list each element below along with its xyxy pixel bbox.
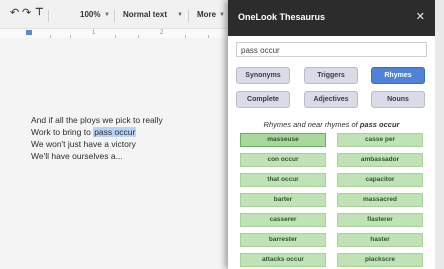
chevron-down-icon: ▼	[219, 12, 225, 18]
docs-toolbar: ↶ ↷ ⊤ 100% ▼ Normal text ▼ More ▼ 1 2	[0, 0, 228, 38]
selected-text[interactable]: pass occur	[93, 127, 137, 137]
toolbar-divider	[114, 10, 115, 22]
rhyme-result[interactable]: casse per	[337, 133, 423, 147]
rhymes-button[interactable]: Rhymes	[371, 67, 425, 84]
triggers-button[interactable]: Triggers	[304, 67, 358, 84]
rhyme-result[interactable]: barter	[240, 193, 326, 207]
panel-header: OneLook Thesaurus ✕	[228, 0, 435, 36]
rhyme-result[interactable]: flasterer	[337, 213, 423, 227]
adjectives-button[interactable]: Adjectives	[304, 91, 358, 108]
paint-format-icon[interactable]: ⊤	[35, 7, 44, 19]
document-text[interactable]: And if all the ploys we pick to really W…	[31, 114, 163, 162]
zoom-select[interactable]: 100%	[80, 9, 100, 21]
panel-title: OneLook Thesaurus	[238, 12, 326, 22]
rhyme-result[interactable]: haster	[337, 233, 423, 247]
rhyme-result[interactable]: masseuse	[240, 133, 326, 147]
rhyme-result[interactable]: con occur	[240, 153, 326, 167]
redo-icon[interactable]: ↷	[22, 7, 31, 19]
toolbar-divider	[48, 10, 49, 22]
rhyme-result[interactable]: capacitor	[337, 173, 423, 187]
ruler-number: 1	[92, 30, 96, 36]
search-input[interactable]: pass occur	[236, 42, 427, 57]
ruler-number: 2	[160, 30, 164, 36]
synonyms-button[interactable]: Synonyms	[236, 67, 290, 84]
undo-icon[interactable]: ↶	[10, 7, 19, 19]
complete-button[interactable]: Complete	[236, 91, 290, 108]
more-button[interactable]: More	[197, 9, 216, 21]
rhyme-result[interactable]: attacks occur	[240, 253, 326, 267]
nouns-button[interactable]: Nouns	[371, 91, 425, 108]
toolbar-divider	[188, 10, 189, 22]
rhyme-result[interactable]: casserer	[240, 213, 326, 227]
rhyme-result[interactable]: plackscre	[337, 253, 423, 267]
chevron-down-icon: ▼	[177, 12, 183, 18]
indent-marker[interactable]	[26, 30, 32, 35]
close-icon[interactable]: ✕	[416, 11, 425, 23]
results-heading: Rhymes and near rhymes of pass occur	[263, 120, 400, 129]
document-line[interactable]: We'll have ourselves a...	[31, 150, 163, 162]
rhyme-result[interactable]: ambassador	[337, 153, 423, 167]
document-line[interactable]: And if all the ploys we pick to really	[31, 114, 163, 126]
rhyme-result[interactable]: massacred	[337, 193, 423, 207]
paragraph-style-select[interactable]: Normal text	[123, 9, 167, 21]
chevron-down-icon: ▼	[104, 12, 110, 18]
thesaurus-panel: OneLook Thesaurus ✕ pass occur Synonyms …	[228, 0, 435, 269]
window-edge	[435, 0, 444, 269]
rhyme-result[interactable]: barrester	[240, 233, 326, 247]
document-line[interactable]: We won't just have a victory	[31, 138, 163, 150]
ruler[interactable]: 1 2	[0, 28, 228, 38]
document-canvas[interactable]: And if all the ploys we pick to really W…	[0, 38, 230, 269]
document-line[interactable]: Work to bring to pass occur	[31, 126, 163, 138]
rhyme-result[interactable]: that occur	[240, 173, 326, 187]
